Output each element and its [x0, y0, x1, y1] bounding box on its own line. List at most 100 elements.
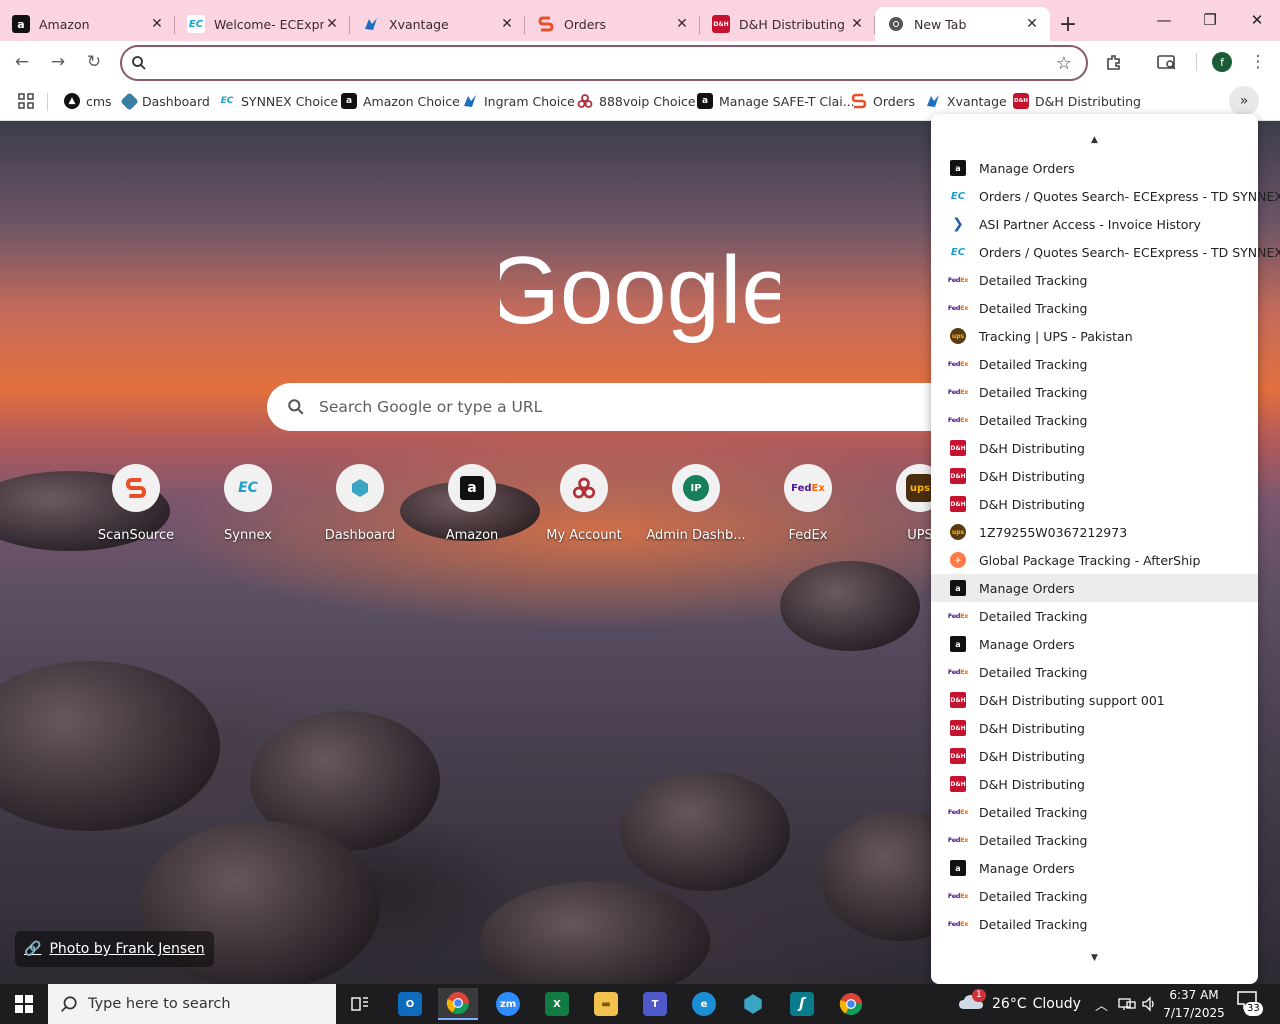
new-tab-button[interactable]: +	[1050, 7, 1086, 41]
excel-icon[interactable]: X	[537, 988, 577, 1020]
tab-xvantage[interactable]: Xvantage ✕	[350, 7, 525, 41]
back-icon[interactable]: ←	[7, 47, 37, 77]
bookmark-manage-safet[interactable]: a Manage SAFE-T Clai...	[697, 90, 855, 112]
close-tab-icon[interactable]: ✕	[674, 16, 690, 32]
extensions-icon[interactable]	[1099, 47, 1129, 77]
bookmark-amazon-choice[interactable]: a Amazon Choice	[341, 90, 460, 112]
bookmark-star-icon[interactable]: ☆	[1056, 53, 1072, 74]
network-icon[interactable]	[1118, 984, 1136, 1024]
menu-item[interactable]: a Manage Orders	[931, 630, 1258, 658]
menu-item[interactable]: D&H D&H Distributing	[931, 462, 1258, 490]
ntp-search-input[interactable]: Search Google or type a URL	[267, 383, 1017, 431]
show-hidden-icons-chevron-icon[interactable]: ︿	[1095, 984, 1108, 1024]
bookmark-cms[interactable]: ▲ cms	[64, 90, 112, 112]
menu-item[interactable]: ups Tracking | UPS - Pakistan	[931, 322, 1258, 350]
notification-center-icon[interactable]: 33	[1236, 990, 1264, 1018]
zoom-icon[interactable]: zm	[488, 988, 528, 1020]
menu-item[interactable]: Fed Ex Detailed Tracking	[931, 602, 1258, 630]
tab-search-icon[interactable]	[1152, 47, 1182, 77]
reload-icon[interactable]: ↻	[79, 47, 109, 77]
close-window-icon[interactable]: ✕	[1234, 0, 1280, 40]
teams-icon[interactable]: T	[635, 988, 675, 1020]
close-tab-icon[interactable]: ✕	[149, 16, 165, 32]
menu-item[interactable]: D&H D&H Distributing support 001	[931, 686, 1258, 714]
ec-icon: EC	[950, 188, 966, 204]
menu-item[interactable]: Fed Ex Detailed Tracking	[931, 406, 1258, 434]
tab-dh[interactable]: D&H D&H Distributing ✕	[700, 7, 875, 41]
tab-new-tab[interactable]: New Tab ✕	[875, 7, 1050, 41]
scansource-icon	[851, 93, 867, 109]
minimize-icon[interactable]: —	[1141, 0, 1187, 40]
shortcut-dashboard[interactable]: Dashboard	[304, 464, 416, 543]
restore-icon[interactable]: ❐	[1187, 0, 1233, 40]
photo-credit-link[interactable]: 🔗 Photo by Frank Jensen	[15, 931, 214, 967]
file-explorer-icon[interactable]: ▬	[586, 988, 626, 1020]
bookmark-orders[interactable]: Orders	[851, 90, 915, 112]
chrome-profile-taskbar-icon[interactable]	[831, 988, 871, 1020]
windows-start-icon[interactable]	[0, 984, 48, 1024]
menu-item[interactable]: ups 1Z79255W0367212973	[931, 518, 1258, 546]
edge-icon[interactable]: e	[684, 988, 724, 1020]
shortcut-fedex[interactable]: Fed Ex FedEx	[752, 464, 864, 543]
menu-item[interactable]: ❯ ASI Partner Access - Invoice History	[931, 210, 1258, 238]
task-view-icon[interactable]	[340, 988, 380, 1020]
shortcut-admin-dashboard[interactable]: IP Admin Dashb...	[640, 464, 752, 543]
taskbar-clock[interactable]: 6:37 AM 7/17/2025	[1162, 986, 1226, 1022]
menu-item[interactable]: a Manage Orders	[931, 154, 1258, 182]
scroll-up-icon[interactable]: ▲	[931, 132, 1258, 148]
dashboard-taskbar-icon[interactable]	[733, 988, 773, 1020]
menu-item[interactable]: D&H D&H Distributing	[931, 434, 1258, 462]
volume-icon[interactable]	[1141, 984, 1157, 1024]
menu-item[interactable]: Fed Ex Detailed Tracking	[931, 798, 1258, 826]
menu-item[interactable]: D&H D&H Distributing	[931, 742, 1258, 770]
menu-item[interactable]: Fed Ex Detailed Tracking	[931, 658, 1258, 686]
dh-icon: D&H	[1013, 93, 1029, 109]
menu-item[interactable]: Fed Ex Detailed Tracking	[931, 266, 1258, 294]
bookmark-dashboard[interactable]: Dashboard	[120, 90, 210, 112]
outlook-icon[interactable]: O	[390, 988, 430, 1020]
background-rock	[620, 771, 790, 891]
menu-item[interactable]: Fed Ex Detailed Tracking	[931, 882, 1258, 910]
close-tab-icon[interactable]: ✕	[499, 16, 515, 32]
ingram-icon	[462, 93, 478, 109]
menu-item[interactable]: Fed Ex Detailed Tracking	[931, 294, 1258, 322]
tab-ecexpress[interactable]: EC Welcome- ECExpress ✕	[175, 7, 350, 41]
close-tab-icon[interactable]: ✕	[324, 16, 340, 32]
bookmark-ingram-choice[interactable]: Ingram Choice	[462, 90, 575, 112]
shortcut-amazon[interactable]: a Amazon	[416, 464, 528, 543]
menu-kebab-icon[interactable]: ⋮	[1243, 47, 1273, 77]
shortcut-synnex[interactable]: EC Synnex	[192, 464, 304, 543]
profile-avatar[interactable]: f	[1212, 52, 1232, 72]
shortcut-scansource[interactable]: ScanSource	[80, 464, 192, 543]
menu-item[interactable]: D&H D&H Distributing	[931, 714, 1258, 742]
bookmark-dh-distributing[interactable]: D&H D&H Distributing	[1013, 90, 1141, 112]
chrome-taskbar-icon[interactable]	[438, 988, 478, 1020]
menu-item[interactable]: Fed Ex Detailed Tracking	[931, 350, 1258, 378]
close-tab-icon[interactable]: ✕	[849, 16, 865, 32]
apps-grid-icon[interactable]	[18, 90, 34, 112]
menu-item[interactable]: Fed Ex Detailed Tracking	[931, 826, 1258, 854]
bookmark-888voip-choice[interactable]: 888voip Choice	[577, 90, 696, 112]
menu-item[interactable]: ✈ Global Package Tracking - AfterShip	[931, 546, 1258, 574]
menu-item[interactable]: EC Orders / Quotes Search- ECExpress - TD…	[931, 238, 1280, 266]
menu-item[interactable]: EC Orders / Quotes Search- ECExpress - TD…	[931, 182, 1280, 210]
bookmark-xvantage[interactable]: Xvantage	[925, 90, 1007, 112]
close-tab-icon[interactable]: ✕	[1024, 16, 1040, 32]
menu-item[interactable]: D&H D&H Distributing	[931, 490, 1258, 518]
tab-orders[interactable]: Orders ✕	[525, 7, 700, 41]
menu-item[interactable]: D&H D&H Distributing	[931, 770, 1258, 798]
script-app-icon[interactable]: ʃ	[782, 988, 822, 1020]
menu-item[interactable]: a Manage Orders	[931, 854, 1258, 882]
address-bar[interactable]: ☆	[120, 45, 1088, 81]
scroll-down-icon[interactable]: ▼	[931, 950, 1258, 966]
tab-amazon[interactable]: a Amazon ✕	[0, 7, 175, 41]
menu-item[interactable]: Fed Ex Detailed Tracking	[931, 378, 1258, 406]
menu-item[interactable]: a Manage Orders	[931, 574, 1258, 602]
shortcut-my-account[interactable]: My Account	[528, 464, 640, 543]
taskbar-search-input[interactable]: Type here to search	[48, 984, 336, 1024]
weather-widget[interactable]: 1 26°C Cloudy	[958, 984, 1081, 1024]
bookmarks-overflow-button[interactable]: »	[1229, 86, 1259, 116]
menu-item[interactable]: Fed Ex Detailed Tracking	[931, 910, 1258, 938]
forward-icon[interactable]: →	[43, 47, 73, 77]
bookmark-synnex-choice[interactable]: EC SYNNEX Choice	[219, 90, 338, 112]
